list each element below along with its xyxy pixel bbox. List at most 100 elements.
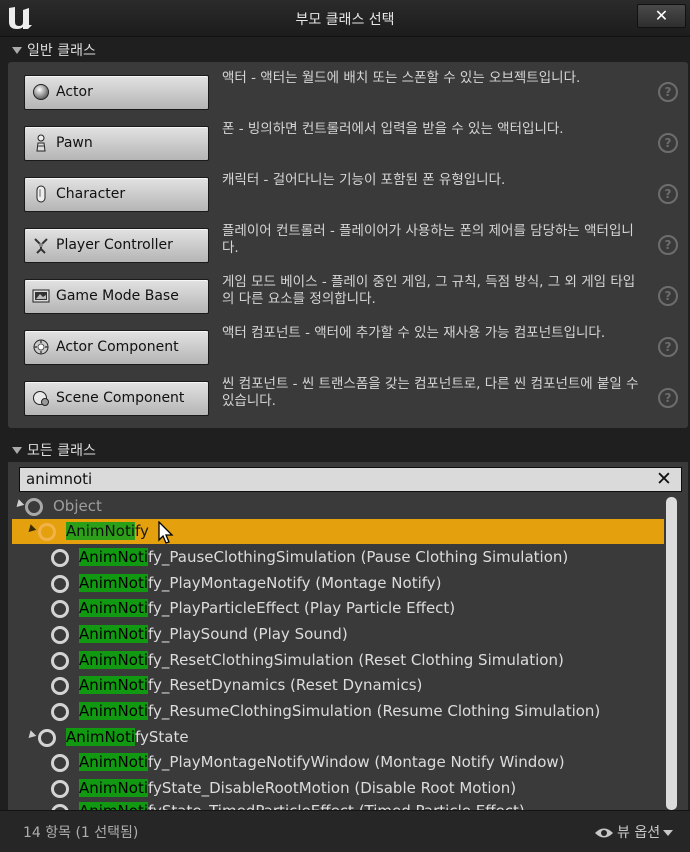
tree-row-animnotifystate[interactable]: AnimNotifyState <box>12 725 664 750</box>
class-node-icon <box>51 703 69 721</box>
item-count-text: 14 항목 (1 선택됨) <box>23 825 139 841</box>
tree-row-label: AnimNotify_PauseClothingSimulation (Paus… <box>79 548 569 566</box>
tree-row-class[interactable]: AnimNotify_PauseClothingSimulation (Paus… <box>12 545 664 570</box>
class-node-icon <box>51 626 69 644</box>
character-class-label: Character <box>56 186 126 202</box>
tree-row-label: AnimNotifyState <box>66 728 189 746</box>
common-classes-header-label: 일반 클래스 <box>27 43 96 59</box>
tree-row-class[interactable]: AnimNotify_PlayMontageNotifyWindow (Mont… <box>12 750 664 775</box>
view-options-label: 뷰 옵션 <box>617 825 661 841</box>
class-tree: Object AnimNotify AnimNotify_PauseClothi… <box>12 494 664 810</box>
scene-component-class-label: Scene Component <box>56 390 185 406</box>
actor-class-label: Actor <box>56 84 93 100</box>
pawn-class-description: 폰 - 빙의하면 컨트롤러에서 입력을 받을 수 있는 액터입니다. <box>222 121 564 137</box>
actor-component-class-button[interactable]: Actor Component <box>24 330 209 365</box>
chevron-down-icon <box>663 830 674 836</box>
class-node-icon <box>38 729 56 747</box>
character-class-button[interactable]: Character <box>24 177 209 212</box>
common-class-row-game-mode-base: Game Mode Base 게임 모드 베이스 - 플레이 중인 게임, 그 … <box>8 274 688 325</box>
tree-row-label: AnimNotify_ResetClothingSimulation (Rese… <box>79 651 564 669</box>
common-class-row-actor: Actor 액터 - 액터는 월드에 배치 또는 스폰할 수 있는 오브젝트입니… <box>8 70 688 121</box>
player-controller-class-button[interactable]: Player Controller <box>24 228 209 263</box>
expand-arrow-icon[interactable] <box>25 730 37 741</box>
help-icon[interactable]: ? <box>658 286 678 306</box>
pawn-class-button[interactable]: Pawn <box>24 126 209 161</box>
tree-row-object[interactable]: Object <box>12 494 664 519</box>
status-footer: 14 항목 (1 선택됨) 뷰 옵션 <box>0 810 690 852</box>
common-class-row-character: Character 캐릭터 - 걸어다니는 기능이 포함된 폰 유형입니다. ? <box>8 172 688 223</box>
game-mode-icon <box>32 289 50 303</box>
expand-arrow-icon[interactable] <box>13 499 25 510</box>
class-node-icon <box>25 498 43 516</box>
actor-sphere-icon <box>33 84 49 100</box>
common-classes-header[interactable]: 일반 클래스 <box>8 40 688 60</box>
tree-row-label: AnimNotify <box>66 522 149 540</box>
collapse-arrow-icon <box>12 47 22 54</box>
actor-class-button[interactable]: Actor <box>24 75 209 110</box>
collapse-arrow-icon <box>12 447 22 454</box>
tree-row-label: AnimNotify_PlayParticleEffect (Play Part… <box>79 599 456 617</box>
tree-row-class[interactable]: AnimNotify_ResetDynamics (Reset Dynamics… <box>12 673 664 698</box>
common-class-row-scene-component: Scene Component 씬 컴포넌트 - 씬 트랜스폼을 갖는 컴포넌트… <box>8 376 688 427</box>
class-node-icon <box>51 754 69 772</box>
common-class-row-player-controller: Player Controller 플레이어 컨트롤러 - 플레이어가 사용하는… <box>8 223 688 274</box>
tree-row-label: AnimNotifyState_TimedParticleEffect (Tim… <box>79 802 525 810</box>
class-node-icon <box>51 549 69 567</box>
class-node-icon <box>51 677 69 695</box>
help-icon[interactable]: ? <box>658 337 678 357</box>
class-node-icon <box>51 652 69 670</box>
actor-component-icon <box>33 339 49 355</box>
tree-row-animnotify[interactable]: AnimNotify <box>12 519 664 544</box>
class-search-box: ✕ <box>19 467 682 492</box>
actor-component-class-label: Actor Component <box>56 339 179 355</box>
tree-row-label: Object <box>53 497 102 515</box>
help-icon[interactable]: ? <box>658 82 678 102</box>
mouse-cursor-icon <box>158 521 174 544</box>
tree-row-class[interactable]: AnimNotify_ResumeClothingSimulation (Res… <box>12 699 664 724</box>
tree-scrollbar[interactable] <box>666 497 677 810</box>
tree-row-class[interactable]: AnimNotify_ResetClothingSimulation (Rese… <box>12 648 664 673</box>
tree-row-class[interactable]: AnimNotify_PlaySound (Play Sound) <box>12 622 664 647</box>
tree-row-label: AnimNotify_PlayMontageNotifyWindow (Mont… <box>79 753 565 771</box>
scene-component-class-description: 씬 컴포넌트 - 씬 트랜스폼을 갖는 컴포넌트로, 다른 씬 컴포넌트에 붙일… <box>222 376 639 409</box>
expand-arrow-icon[interactable] <box>25 524 37 535</box>
view-options-button[interactable]: 뷰 옵션 <box>594 822 674 842</box>
class-search-input[interactable] <box>26 469 626 489</box>
scene-component-class-button[interactable]: Scene Component <box>24 381 209 416</box>
player-controller-class-description: 플레이어 컨트롤러 - 플레이어가 사용하는 폰의 제어를 담당하는 액터입니다… <box>222 223 634 256</box>
actor-component-class-description: 액터 컴포넌트 - 액터에 추가할 수 있는 재사용 가능 컴포넌트입니다. <box>222 325 606 341</box>
pawn-icon <box>36 134 46 152</box>
class-node-icon <box>51 575 69 593</box>
tree-row-label: AnimNotify_PlayMontageNotify (Montage No… <box>79 574 442 592</box>
tree-row-label: AnimNotify_ResumeClothingSimulation (Res… <box>79 702 601 720</box>
tree-row-label: AnimNotify_PlaySound (Play Sound) <box>79 625 348 643</box>
character-capsule-icon <box>36 185 46 203</box>
help-icon[interactable]: ? <box>658 133 678 153</box>
tree-row-label: AnimNotify_ResetDynamics (Reset Dynamics… <box>79 676 423 694</box>
tree-row-class[interactable]: AnimNotifyState_TimedParticleEffect (Tim… <box>12 790 664 810</box>
tree-row-class[interactable]: AnimNotify_PlayMontageNotify (Montage No… <box>12 571 664 596</box>
class-node-icon <box>38 523 56 541</box>
common-class-row-pawn: Pawn 폰 - 빙의하면 컨트롤러에서 입력을 받을 수 있는 액터입니다. … <box>8 121 688 172</box>
help-icon[interactable]: ? <box>658 388 678 408</box>
window-title: 부모 클래스 선택 <box>295 12 395 28</box>
tree-row-class[interactable]: AnimNotify_PlayParticleEffect (Play Part… <box>12 596 664 621</box>
game-mode-base-class-label: Game Mode Base <box>56 288 179 304</box>
game-mode-base-class-description: 게임 모드 베이스 - 플레이 중인 게임, 그 규칙, 득점 방식, 그 외 … <box>222 274 636 307</box>
actor-class-description: 액터 - 액터는 월드에 배치 또는 스폰할 수 있는 오브젝트입니다. <box>222 70 581 86</box>
player-controller-icon <box>34 238 48 254</box>
title-bar: 부모 클래스 선택 ✕ <box>0 0 690 37</box>
common-class-row-actor-component: Actor Component 액터 컴포넌트 - 액터에 추가할 수 있는 재… <box>8 325 688 376</box>
eye-icon <box>595 828 613 838</box>
player-controller-class-label: Player Controller <box>56 237 173 253</box>
game-mode-base-class-button[interactable]: Game Mode Base <box>24 279 209 314</box>
common-classes-panel: Actor 액터 - 액터는 월드에 배치 또는 스폰할 수 있는 오브젝트입니… <box>8 62 688 428</box>
class-node-icon <box>51 600 69 618</box>
close-button[interactable]: ✕ <box>637 4 686 28</box>
scene-component-icon <box>33 391 49 406</box>
all-classes-header[interactable]: 모든 클래스 <box>8 440 688 460</box>
clear-search-icon[interactable]: ✕ <box>654 468 674 490</box>
help-icon[interactable]: ? <box>658 235 678 255</box>
pawn-class-label: Pawn <box>56 135 93 151</box>
help-icon[interactable]: ? <box>658 184 678 204</box>
